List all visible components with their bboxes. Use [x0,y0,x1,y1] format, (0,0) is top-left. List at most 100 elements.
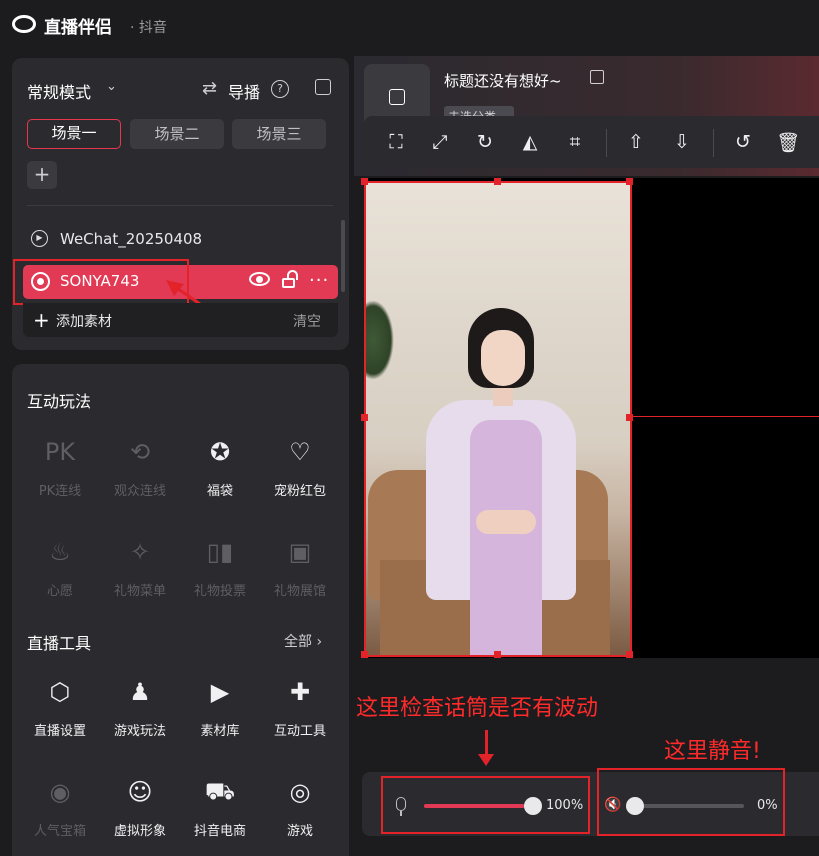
clear-button[interactable]: 清空 [293,311,321,331]
annotation-box-mic [381,776,590,834]
fit-screen-icon[interactable]: ⤢ [427,129,453,155]
tool-item[interactable]: ♟ 游戏玩法 [100,676,180,750]
add-material-button[interactable]: 添加素材 [56,311,112,331]
tool-item-label: 素材库 [200,724,240,739]
app-logo-icon [12,15,36,33]
interactive-item-icon: ✪ [209,438,231,466]
stream-title[interactable]: 标题还没有想好~ [444,70,562,91]
tool-item-icon: ✚ [289,678,311,706]
annotation-mute-note: 这里静音! [664,739,761,764]
tool-item-label: 游戏玩法 [113,724,166,739]
tool-item-label: 直播设置 [33,724,86,739]
flip-horizontal-icon[interactable]: ◭ [517,129,543,155]
scrollbar[interactable] [341,220,345,292]
chevron-down-icon[interactable]: ⌄ [106,79,117,94]
toolbar-divider [713,129,714,157]
move-bottom-icon[interactable]: ⇩ [669,129,695,155]
popout-icon[interactable] [315,79,331,95]
interactive-item-icon: ▣ [288,538,312,566]
resize-handle[interactable] [361,651,368,658]
undo-icon[interactable]: ↺ [730,129,756,155]
tool-item[interactable]: ⬡ 直播设置 [20,676,100,750]
chevron-right-icon: › [316,634,323,650]
scene-tab-3[interactable]: 场景三 [232,119,326,149]
alignment-guide [632,416,819,417]
tool-item-label: 抖音电商 [193,824,246,839]
tool-item-icon: ▶ [210,678,230,706]
resize-handle[interactable] [361,178,368,185]
interactive-item[interactable]: ✪ 福袋 [180,436,260,510]
crop-icon[interactable]: ⌗ [562,129,588,155]
source-item-wechat[interactable]: WeChat_20250408 [60,230,202,248]
tool-item-label: 虚拟形象 [113,824,166,839]
interactive-item[interactable]: ▯▮ 礼物投票 [180,536,260,610]
interactive-item-icon: ⟲ [129,438,151,466]
interactive-item-icon: ▯▮ [206,538,234,566]
all-tools-link[interactable]: 全部 › [284,631,322,651]
interactive-item-label: 礼物展馆 [273,584,326,599]
interactive-item[interactable]: ✧ 礼物菜单 [100,536,180,610]
tool-item-icon: ⬡ [49,678,71,706]
interactive-item-icon: PK [44,438,76,466]
tool-item[interactable]: ◉ 人气宝箱 [20,776,100,850]
delete-icon[interactable]: 🗑 [775,129,801,155]
interactive-item-label: 宠粉红包 [273,484,326,499]
eye-pupil [256,276,263,283]
interactive-item-icon: ✧ [129,538,151,566]
tool-item-icon: ♟ [129,678,151,706]
interactive-section-title: 互动玩法 [27,392,92,411]
tool-item-label: 人气宝箱 [33,824,86,839]
resize-handle[interactable] [626,651,633,658]
annotation-box-speaker [597,768,785,836]
interactive-item-label: 礼物菜单 [113,584,166,599]
tool-item-icon: ◉ [49,778,71,806]
plus-icon[interactable]: + [33,308,50,332]
tool-item[interactable]: ◎ 游戏 [260,776,340,850]
tool-item-icon: ☺ [127,778,153,806]
interactive-item-label: 观众连线 [113,484,166,499]
annotation-mic-note: 这里检查话筒是否有波动 [356,696,599,721]
move-top-icon[interactable]: ⇧ [623,129,649,155]
interactive-item[interactable]: ♨ 心愿 [20,536,100,610]
annotation-arrow-mic-head [478,754,494,766]
mode-selector[interactable]: 常规模式 [27,79,91,103]
switch-arrows-icon[interactable]: ⇄ [202,78,217,99]
selection-frame[interactable] [364,181,632,657]
interactive-item-label: 心愿 [46,584,73,599]
interactive-item[interactable]: ▣ 礼物展馆 [260,536,340,610]
more-icon[interactable]: ··· [309,270,329,291]
edit-title-icon[interactable] [590,70,604,84]
tool-item[interactable]: ▶ 素材库 [180,676,260,750]
all-tools-label: 全部 [284,634,312,650]
app-title: 直播伴侣 [44,18,112,38]
title-bar [0,0,819,50]
tools-section-title: 直播工具 [27,634,92,653]
tool-item[interactable]: ☺ 虚拟形象 [100,776,180,850]
resize-handle[interactable] [494,651,501,658]
add-scene-button[interactable]: + [27,161,57,189]
edit-icon [389,89,405,105]
tool-item-label: 互动工具 [273,724,326,739]
tool-item[interactable]: ✚ 互动工具 [260,676,340,750]
scene-tab-1[interactable]: 场景一 [27,119,121,149]
scene-tab-2[interactable]: 场景二 [130,119,224,149]
tool-item[interactable]: ⛟ 抖音电商 [180,776,260,850]
fullscreen-icon[interactable]: ⛶ [383,129,409,155]
interactive-item[interactable]: PK PK连线 [20,436,100,510]
rotate-icon[interactable]: ↻ [472,129,498,155]
resize-handle[interactable] [361,414,368,421]
app-platform: · 抖音 [130,20,167,36]
director-button[interactable]: 导播 [228,79,260,103]
divider [27,205,333,206]
interactive-item-label: 福袋 [206,484,233,499]
interactive-item[interactable]: ♡ 宠粉红包 [260,436,340,510]
tool-item-icon: ◎ [289,778,311,806]
resize-handle[interactable] [626,178,633,185]
interactive-item[interactable]: ⟲ 观众连线 [100,436,180,510]
annotation-arrow-mic [485,730,488,756]
unlock-icon-body[interactable] [282,278,295,288]
play-circle-icon: ▶ [31,230,48,247]
help-icon[interactable]: ? [271,80,289,98]
resize-handle[interactable] [494,178,501,185]
tool-item-icon: ⛟ [204,776,236,805]
